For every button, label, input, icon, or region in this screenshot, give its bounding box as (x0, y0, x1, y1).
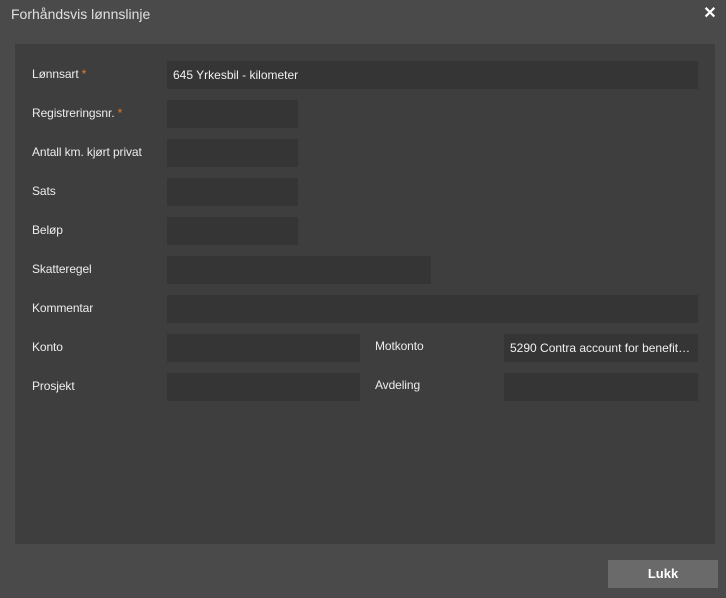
avdeling-label: Avdeling (375, 378, 421, 392)
antall-km-label: Antall km. kjørt privat (32, 145, 142, 159)
sats-label: Sats (32, 184, 56, 198)
belop-label: Beløp (32, 223, 63, 237)
avdeling-field[interactable] (504, 373, 698, 401)
konto-label: Konto (32, 340, 63, 354)
registreringsnr-label-text: Registreringsnr. (32, 106, 115, 120)
lonnsart-label: Lønnsart * (32, 67, 86, 81)
skatteregel-label: Skatteregel (32, 262, 92, 276)
kommentar-field[interactable] (167, 295, 698, 323)
kommentar-label: Kommentar (32, 301, 94, 315)
dialog-titlebar: Forhåndsvis lønnslinje ✕ (0, 0, 726, 32)
skatteregel-field[interactable] (167, 256, 431, 284)
prosjekt-field[interactable] (167, 373, 360, 401)
konto-field[interactable] (167, 334, 360, 362)
lonnsart-field[interactable]: 645 Yrkesbil - kilometer (167, 61, 698, 89)
belop-field[interactable] (167, 217, 298, 245)
prosjekt-label: Prosjekt (32, 379, 75, 393)
sats-field[interactable] (167, 178, 298, 206)
registreringsnr-field[interactable] (167, 100, 298, 128)
close-button[interactable]: Lukk (608, 560, 718, 588)
motkonto-label: Motkonto (375, 339, 424, 353)
dialog-title: Forhåndsvis lønnslinje (11, 6, 151, 22)
required-marker: * (81, 67, 87, 81)
registreringsnr-label: Registreringsnr. * (32, 106, 122, 120)
antall-km-field[interactable] (167, 139, 298, 167)
required-marker: * (117, 106, 123, 120)
close-icon[interactable]: ✕ (702, 5, 718, 23)
lonnsart-label-text: Lønnsart (32, 67, 79, 81)
motkonto-field[interactable]: 5290 Contra account for benefits in kind (504, 334, 698, 362)
